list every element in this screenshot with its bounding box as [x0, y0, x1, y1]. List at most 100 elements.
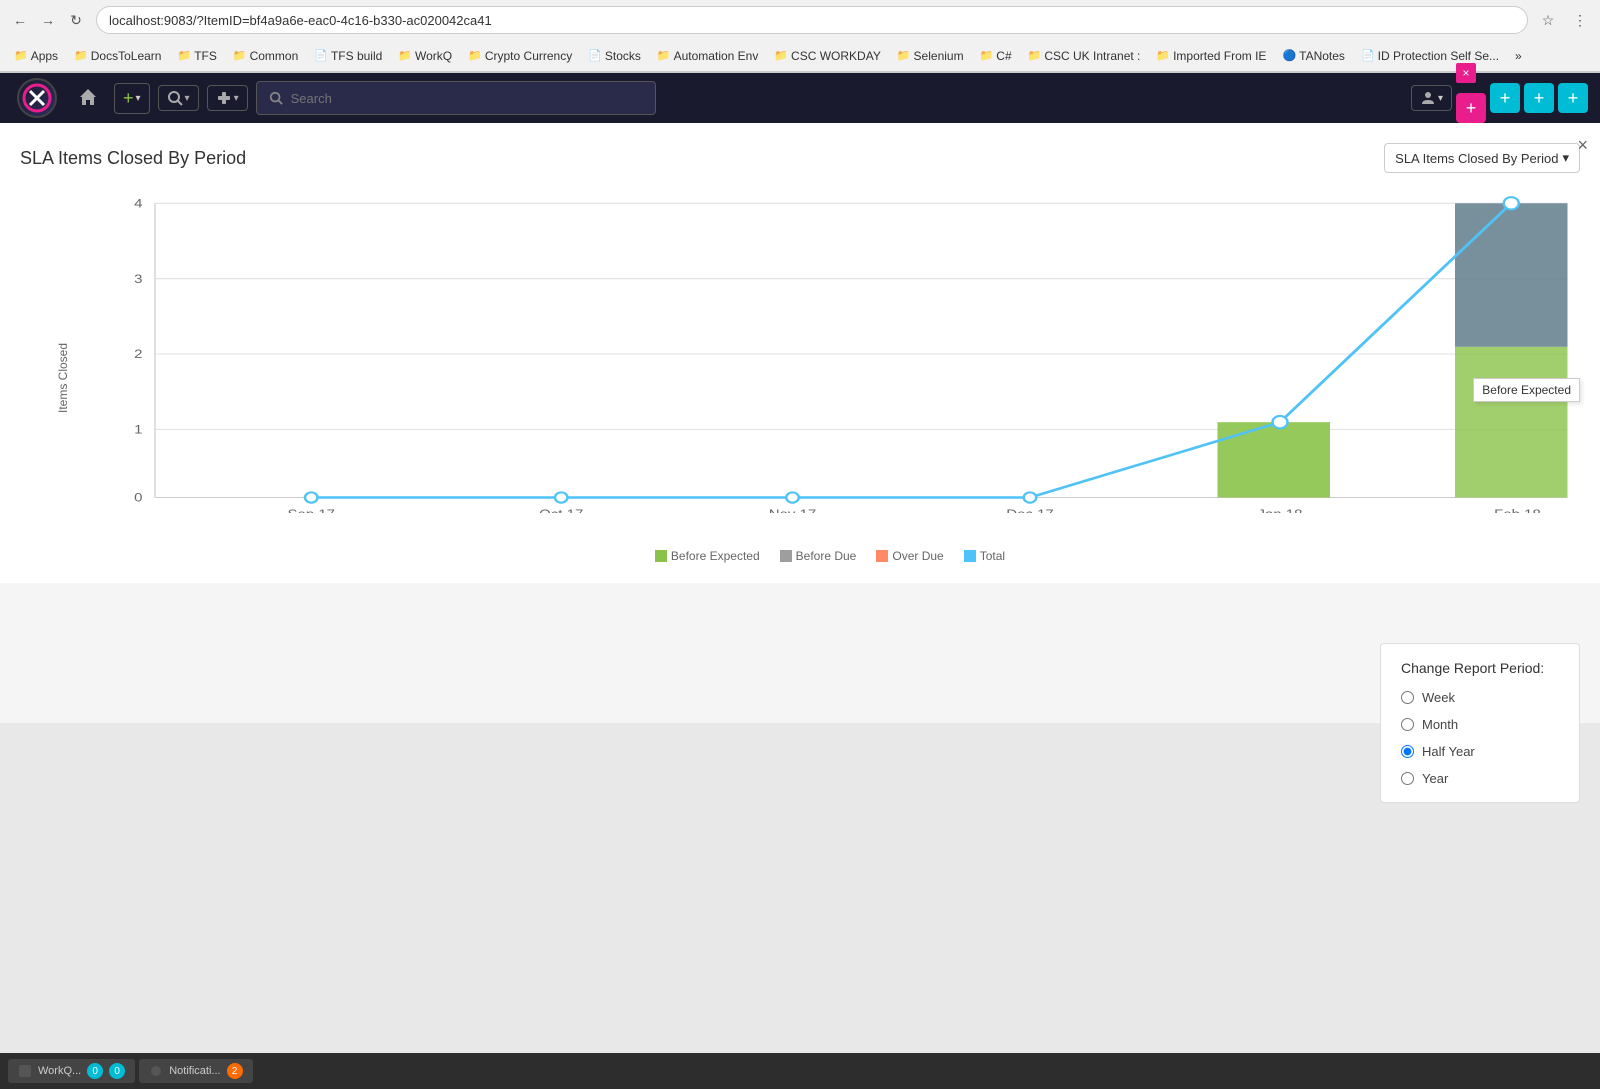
reload-button[interactable]: ↻ — [64, 8, 88, 32]
back-button[interactable]: ← — [8, 8, 32, 32]
workq-icon: 📁 — [398, 49, 412, 62]
period-week[interactable]: Week — [1401, 690, 1559, 705]
bookmark-apps[interactable]: 📁 Apps — [8, 47, 64, 65]
bookmark-csc-uk[interactable]: 📁 CSC UK Intranet : — [1022, 47, 1147, 65]
svg-text:0: 0 — [134, 491, 143, 505]
cyan-button-3[interactable]: + — [1558, 83, 1588, 113]
period-year[interactable]: Year — [1401, 771, 1559, 786]
period-panel: Change Report Period: Week Month Half Ye… — [1380, 643, 1580, 803]
address-bar: ← → ↻ ☆ ⋮ — [0, 0, 1600, 40]
bookmark-selenium[interactable]: 📁 Selenium — [891, 47, 970, 65]
bookmark-tfs-build[interactable]: 📄 TFS build — [308, 47, 388, 65]
taskbar-workq-label: WorkQ... — [38, 1065, 81, 1077]
tools-button-group[interactable]: ▾ — [207, 85, 248, 111]
docstolearnl-icon: 📁 — [74, 49, 88, 62]
chart-legend: Before Expected Before Due Over Due Tota… — [80, 549, 1580, 563]
cyan-button-1[interactable]: + — [1490, 83, 1520, 113]
svg-text:Nov 17: Nov 17 — [769, 507, 817, 513]
legend-over-due-color — [876, 550, 888, 562]
search-box[interactable] — [256, 81, 656, 115]
legend-total-color — [964, 550, 976, 562]
bookmark-more[interactable]: » — [1509, 47, 1528, 65]
taskbar-workq[interactable]: WorkQ... 0 0 — [8, 1059, 135, 1083]
selenium-icon: 📁 — [897, 49, 911, 62]
stocks-icon: 📄 — [588, 49, 602, 62]
bookmark-automation[interactable]: 📁 Automation Env — [651, 47, 764, 65]
legend-before-expected: Before Expected — [655, 549, 760, 563]
nav-buttons: ← → ↻ — [8, 8, 88, 32]
period-month-radio[interactable] — [1401, 718, 1414, 731]
app-toolbar: + ▾ ▾ ▾ ▾ × + — [0, 73, 1600, 123]
bookmark-csc-workday[interactable]: 📁 CSC WORKDAY — [768, 47, 887, 65]
bookmark-star-button[interactable]: ☆ — [1536, 8, 1560, 32]
taskbar-notification[interactable]: Notificati... 2 — [139, 1059, 252, 1083]
logo-circle — [17, 78, 57, 118]
legend-before-expected-color — [655, 550, 667, 562]
report-title: SLA Items Closed By Period — [20, 148, 246, 169]
bookmark-common[interactable]: 📁 Common — [227, 47, 304, 65]
chart-container: Items Closed 4 3 2 1 0 Se — [20, 193, 1580, 563]
forward-button[interactable]: → — [36, 8, 60, 32]
tools-icon — [216, 90, 232, 106]
svg-text:2: 2 — [134, 347, 142, 361]
report-selector[interactable]: SLA Items Closed By Period ▾ — [1384, 143, 1580, 173]
bookmark-tanotes[interactable]: 🔵 TANotes — [1276, 47, 1351, 65]
search-button-group[interactable]: ▾ — [158, 85, 199, 111]
tfs-build-icon: 📄 — [314, 49, 328, 62]
taskbar-workq-badge1: 0 — [87, 1063, 103, 1079]
bookmarks-bar: 📁 Apps 📁 DocsToLearn 📁 TFS 📁 Common 📄 TF… — [0, 40, 1600, 72]
report-selector-label: SLA Items Closed By Period — [1395, 151, 1558, 166]
cyan-button-2[interactable]: + — [1524, 83, 1554, 113]
period-half-year[interactable]: Half Year — [1401, 744, 1559, 759]
imported-ie-icon: 📁 — [1156, 49, 1170, 62]
tfs-icon: 📁 — [177, 49, 191, 62]
period-year-label: Year — [1422, 771, 1448, 786]
svg-text:Feb 18: Feb 18 — [1494, 507, 1541, 513]
selector-chevron-icon: ▾ — [1562, 150, 1569, 166]
bookmark-workq[interactable]: 📁 WorkQ — [392, 47, 458, 65]
period-week-label: Week — [1422, 690, 1455, 705]
report-close-button[interactable]: × — [1577, 135, 1588, 156]
bookmark-stocks[interactable]: 📄 Stocks — [582, 47, 647, 65]
period-radio-group: Week Month Half Year Year — [1401, 690, 1559, 786]
bookmark-imported-ie[interactable]: 📁 Imported From IE — [1150, 47, 1272, 65]
svg-text:Sep 17: Sep 17 — [287, 507, 335, 513]
report-header: SLA Items Closed By Period SLA Items Clo… — [20, 143, 1580, 173]
legend-before-due: Before Due — [780, 549, 857, 563]
toolbar-right: ▾ × + + + + — [1411, 73, 1588, 123]
bookmark-crypto[interactable]: 📁 Crypto Currency — [462, 47, 578, 65]
y-axis-label: Items Closed — [56, 343, 70, 413]
svg-text:Oct 17: Oct 17 — [539, 507, 583, 513]
main-content: × SLA Items Closed By Period SLA Items C… — [0, 123, 1600, 723]
taskbar-notification-badge: 2 — [227, 1063, 243, 1079]
bookmark-tfs[interactable]: 📁 TFS — [171, 47, 222, 65]
url-bar[interactable] — [96, 6, 1528, 34]
automation-icon: 📁 — [657, 49, 671, 62]
app-logo — [12, 78, 62, 118]
bookmark-docstolearnl[interactable]: 📁 DocsToLearn — [68, 47, 167, 65]
period-half-year-label: Half Year — [1422, 744, 1475, 759]
user-button[interactable]: ▾ — [1411, 85, 1452, 111]
svg-text:4: 4 — [134, 197, 143, 211]
home-button[interactable] — [70, 81, 106, 116]
tanotes-icon: 🔵 — [1282, 49, 1296, 62]
search-input[interactable] — [291, 91, 643, 106]
pink-button-1[interactable]: + — [1456, 93, 1486, 123]
bookmark-id-protection[interactable]: 📄 ID Protection Self Se... — [1355, 47, 1505, 65]
legend-total: Total — [964, 549, 1005, 563]
svg-text:1: 1 — [134, 423, 142, 437]
add-button-group[interactable]: + ▾ — [114, 83, 150, 114]
common-icon: 📁 — [233, 49, 247, 62]
browser-menu-button[interactable]: ⋮ — [1568, 8, 1592, 32]
period-year-radio[interactable] — [1401, 772, 1414, 785]
taskbar-notification-icon — [149, 1064, 163, 1078]
search-icon — [167, 90, 183, 106]
svg-text:3: 3 — [134, 272, 143, 286]
period-month[interactable]: Month — [1401, 717, 1559, 732]
bookmark-csharp[interactable]: 📁 C# — [974, 47, 1018, 65]
close-tab-button[interactable]: × — [1456, 63, 1476, 83]
svg-text:Dec 17: Dec 17 — [1006, 507, 1054, 513]
user-icon — [1420, 90, 1436, 106]
period-week-radio[interactable] — [1401, 691, 1414, 704]
period-half-year-radio[interactable] — [1401, 745, 1414, 758]
